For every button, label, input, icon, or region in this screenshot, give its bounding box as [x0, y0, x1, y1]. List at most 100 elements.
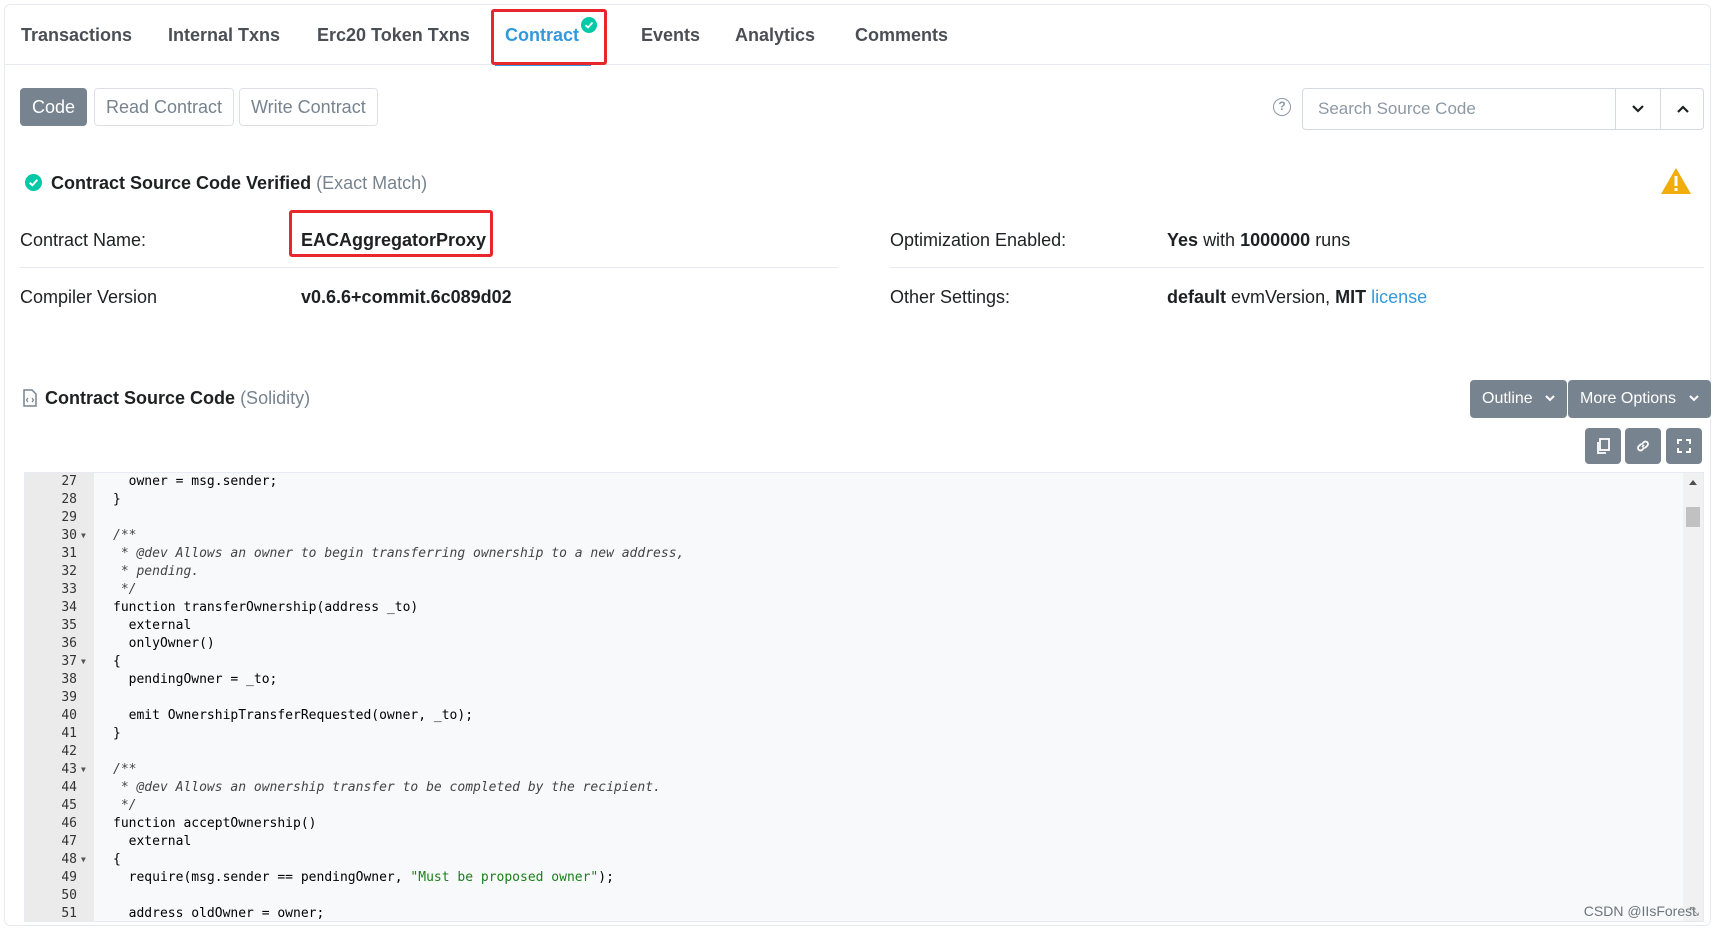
line-number: 37: [61, 654, 77, 669]
license-name: MIT: [1335, 287, 1367, 307]
line-number: 32: [61, 564, 77, 579]
code-text: onlyOwner(): [113, 636, 215, 651]
other-settings-label: Other Settings:: [890, 287, 1011, 307]
write-contract-button[interactable]: Write Contract: [239, 88, 378, 126]
verified-match: (Exact Match): [316, 173, 428, 193]
verified-status: Contract Source Code Verified (Exact Mat…: [25, 173, 427, 194]
code-text: */: [113, 582, 137, 597]
code-line: 45 */: [25, 797, 1703, 815]
license-link[interactable]: license: [1371, 287, 1427, 307]
code-line: 48 ▼ {: [25, 851, 1703, 869]
link-icon: [1637, 440, 1649, 452]
search-input[interactable]: [1303, 89, 1615, 129]
code-line: 28}: [25, 491, 1703, 509]
tab-contract-label: Contract: [505, 25, 580, 45]
source-language: (Solidity): [240, 388, 311, 408]
code-line: 44 * @dev Allows an ownership transfer t…: [25, 779, 1703, 797]
line-number: 29: [61, 510, 77, 525]
line-number: 42: [61, 744, 77, 759]
line-number: 27: [61, 474, 77, 489]
search-next-button[interactable]: [1615, 89, 1660, 129]
optimization-runs-suffix: runs: [1315, 230, 1351, 250]
tab-events[interactable]: Events: [641, 5, 700, 65]
contract-name-label: Contract Name:: [20, 230, 147, 250]
compiler-version-label: Compiler Version: [20, 287, 158, 307]
code-text: /**: [113, 528, 137, 543]
warning-triangle-icon[interactable]: [1660, 167, 1692, 200]
other-evm-version: evmVersion,: [1231, 287, 1331, 307]
tab-comments[interactable]: Comments: [855, 5, 948, 65]
fold-arrow-icon[interactable]: ▼: [81, 761, 86, 779]
code-text: */: [113, 798, 137, 813]
code-lines: 27 owner = msg.sender; 28} 29 30 ▼/** 31 * @d…: [25, 473, 1703, 921]
read-contract-button[interactable]: Read Contract: [94, 88, 235, 126]
line-number: 30: [61, 528, 77, 543]
line-number: 40: [61, 708, 77, 723]
code-button[interactable]: Code: [20, 88, 88, 126]
fullscreen-button[interactable]: [1666, 428, 1702, 464]
vertical-scrollbar[interactable]: ⤡: [1683, 473, 1703, 921]
optimization-runs: 1000000: [1240, 230, 1311, 250]
tab-contract[interactable]: Contract: [494, 5, 598, 66]
fold-arrow-icon[interactable]: ▼: [81, 527, 86, 545]
code-editor[interactable]: 27 owner = msg.sender; 28} 29 30 ▼/** 31 * @d…: [24, 472, 1704, 922]
tab-internal-txns[interactable]: Internal Txns: [168, 5, 280, 65]
tab-bar: Transactions Internal Txns Erc20 Token T…: [5, 5, 1710, 66]
code-line: 49 require(msg.sender == pendingOwner, "…: [25, 869, 1703, 887]
verified-check-icon: [581, 17, 598, 33]
code-text: function transferOwnership(address _to): [113, 600, 419, 615]
scroll-up-arrow-icon[interactable]: [1688, 479, 1698, 486]
more-options-button[interactable]: More Options: [1568, 380, 1711, 418]
search-source-code: [1302, 88, 1704, 130]
tab-erc20-token-txns[interactable]: Erc20 Token Txns: [317, 5, 470, 65]
code-line: 39: [25, 689, 1703, 707]
fold-arrow-icon[interactable]: ▼: [81, 851, 86, 869]
line-number: 50: [61, 888, 77, 903]
code-line: 46 function acceptOwnership(): [25, 815, 1703, 833]
scrollbar-thumb[interactable]: [1686, 507, 1700, 527]
code-segment: require(msg.sender == pendingOwner,: [113, 870, 411, 885]
code-text: pendingOwner = _to;: [113, 672, 278, 687]
code-line: 41}: [25, 725, 1703, 743]
code-line: 36 onlyOwner(): [25, 635, 1703, 653]
line-number: 34: [61, 600, 77, 615]
code-line: 38 pendingOwner = _to;: [25, 671, 1703, 689]
code-text: }: [113, 492, 121, 507]
copy-button[interactable]: [1585, 428, 1621, 464]
optimization-label: Optimization Enabled:: [890, 230, 1067, 250]
line-number: 28: [61, 492, 77, 507]
compiler-version: v0.6.6+commit.6c089d02: [301, 287, 512, 307]
compiler-version-value: v0.6.6+commit.6c089d02: [301, 287, 512, 308]
code-line: 29: [25, 509, 1703, 527]
chevron-up-icon: [1677, 105, 1689, 113]
other-settings-value: default evmVersion, MIT license: [1167, 287, 1427, 308]
outline-button[interactable]: Outline: [1470, 380, 1568, 418]
line-number: 49: [61, 870, 77, 885]
line-number: 51: [61, 906, 77, 921]
chevron-down-icon: [1545, 395, 1555, 402]
line-number: 33: [61, 582, 77, 597]
watermark: CSDN @IIsForest: [1583, 903, 1696, 919]
code-line: 40 emit OwnershipTransferRequested(owner…: [25, 707, 1703, 725]
permalink-button[interactable]: [1625, 428, 1661, 464]
fold-arrow-icon[interactable]: ▼: [81, 653, 86, 671]
chevron-down-icon: [1632, 105, 1644, 113]
question-circle-icon[interactable]: ?: [1273, 98, 1291, 116]
code-text: }: [113, 726, 121, 741]
contract-name-value: EACAggregatorProxy: [301, 230, 486, 251]
verified-title: Contract Source Code Verified: [51, 173, 312, 193]
optimization-value: Yes with 1000000 runs: [1167, 230, 1350, 251]
tab-transactions[interactable]: Transactions: [21, 5, 132, 65]
code-line: 33 */: [25, 581, 1703, 599]
code-line: 31 * @dev Allows an owner to begin trans…: [25, 545, 1703, 563]
source-title-text: Contract Source Code: [45, 388, 236, 408]
code-line: 50: [25, 887, 1703, 905]
line-number: 36: [61, 636, 77, 651]
tab-analytics[interactable]: Analytics: [735, 5, 815, 65]
code-text: external: [113, 834, 192, 849]
code-text: emit OwnershipTransferRequested(owner, _…: [113, 708, 474, 723]
code-text: owner = msg.sender;: [113, 474, 278, 489]
line-number: 35: [61, 618, 77, 633]
search-prev-button[interactable]: [1660, 89, 1705, 129]
line-number: 41: [61, 726, 77, 741]
